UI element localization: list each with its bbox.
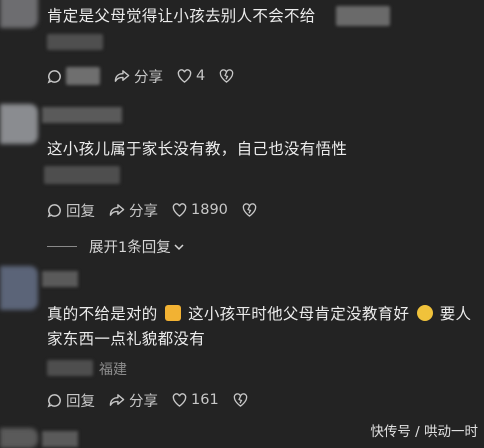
broken-heart-icon [220,69,234,83]
redacted-meta [47,34,103,50]
location-label: 福建 [99,362,127,378]
comment-text: 家东西一点礼貌都没有 [47,330,206,348]
thumbs-up-icon [164,305,181,321]
share-icon [109,393,125,406]
share-button[interactable]: 分享 [109,390,158,411]
comment-text-part: 这小孩平时他父母肯定没教育好 [188,305,410,323]
watermark: 快传号 / 哄动一时 [370,424,478,440]
reply-label: 回复 [66,203,95,220]
redacted-text [336,6,390,26]
redacted-username [42,107,122,123]
heart-icon [172,393,187,407]
heart-icon [177,69,192,83]
broken-heart-icon [233,393,247,407]
comment-text: 真的不给是对的 这小孩平时他父母肯定没教育好 要人 [47,302,471,326]
redacted-reply-label [66,67,100,85]
like-count: 4 [196,68,206,84]
comment-text-part: 真的不给是对的 [47,305,158,323]
comment-text-part: 要人 [439,305,472,323]
dislike-button[interactable] [233,393,252,407]
avatar[interactable] [0,104,38,144]
redacted-username [42,271,78,287]
comment-icon [47,393,61,408]
comment-text: 肯定是父母觉得让小孩去别人不会不给 [47,7,316,25]
share-label: 分享 [129,393,158,410]
redacted-meta [47,360,93,376]
share-label: 分享 [134,69,163,86]
comment-icon [47,69,61,84]
share-button[interactable]: 分享 [114,66,163,87]
avatar[interactable] [0,0,38,28]
comment-actions: 回复 分享 1890 [47,200,275,221]
expand-replies-button[interactable]: 展开1条回复 [47,236,185,257]
sad-face-icon [416,305,433,321]
comment-actions: 回复 分享 161 [47,390,266,411]
share-label: 分享 [129,203,158,220]
divider-line [47,246,77,247]
share-icon [114,69,130,82]
share-button[interactable]: 分享 [109,200,158,221]
avatar[interactable] [0,266,38,310]
like-count: 161 [191,392,219,408]
comment-text: 这小孩儿属于家长没有教，自己也没有悟性 [47,140,348,158]
share-icon [109,203,125,216]
comment-icon [47,203,61,218]
like-button[interactable]: 4 [177,68,205,84]
redacted-username [42,431,78,447]
like-button[interactable]: 1890 [172,202,228,218]
reply-button[interactable]: 回复 [47,200,95,221]
redacted-meta [44,166,120,184]
reply-label: 回复 [66,393,95,410]
reply-button[interactable] [47,67,100,85]
dislike-button[interactable] [242,203,261,217]
chevron-down-icon [174,243,184,250]
heart-icon [172,203,187,217]
like-button[interactable]: 161 [172,392,219,408]
avatar[interactable] [0,428,38,448]
reply-button[interactable]: 回复 [47,390,95,411]
expand-replies-label: 展开1条回复 [89,240,171,256]
like-count: 1890 [191,202,228,218]
comment-actions: 分享 4 [47,66,252,87]
dislike-button[interactable] [219,69,238,83]
broken-heart-icon [242,203,257,217]
